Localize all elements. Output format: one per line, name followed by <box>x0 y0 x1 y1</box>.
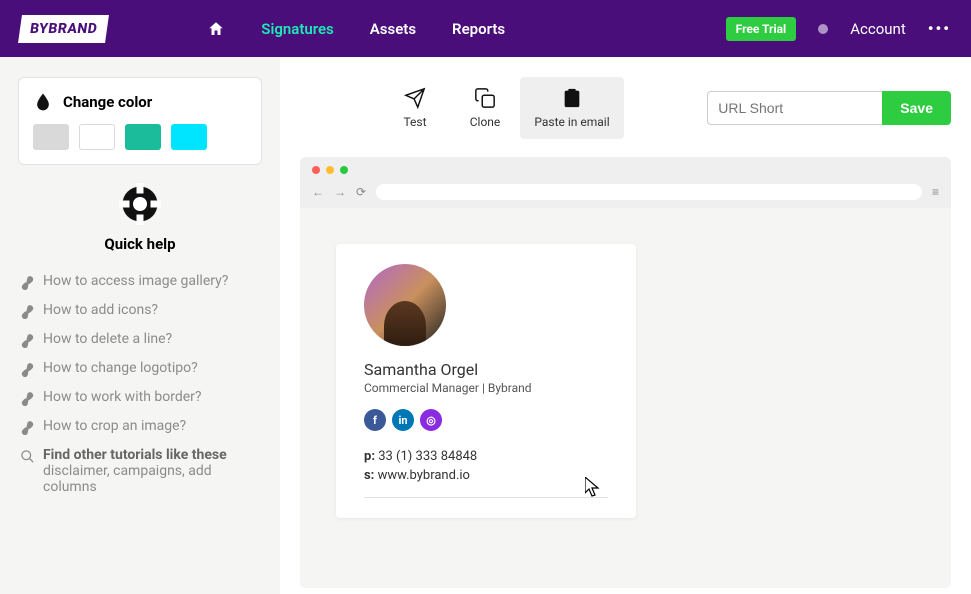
nav-signatures[interactable]: Signatures <box>261 20 333 38</box>
nav-right: Free Trial Account ••• <box>726 17 951 41</box>
browser-preview: ← → ⟳ ≡ Samantha Orgel Commercial Manage… <box>300 157 951 588</box>
more-menu-icon[interactable]: ••• <box>928 19 951 38</box>
instagram-icon[interactable]: ◎ <box>420 409 442 431</box>
nav-items: Signatures Assets Reports <box>207 20 505 38</box>
signature-role: Commercial Manager | Bybrand <box>364 381 608 395</box>
save-button[interactable]: Save <box>882 91 951 125</box>
account-link[interactable]: Account <box>850 20 906 38</box>
quick-help: Quick help How to access image gallery? … <box>18 183 262 501</box>
divider <box>364 497 608 498</box>
nav-assets[interactable]: Assets <box>370 20 416 38</box>
link-icon <box>20 275 35 290</box>
swatch-white[interactable] <box>79 124 115 150</box>
link-icon <box>20 362 35 377</box>
browser-menu-icon[interactable]: ≡ <box>932 185 939 199</box>
link-icon <box>20 391 35 406</box>
clipboard-icon <box>561 87 583 109</box>
help-item-gallery[interactable]: How to access image gallery? <box>20 267 260 296</box>
help-list: How to access image gallery? How to add … <box>18 267 262 501</box>
swatch-teal[interactable] <box>125 124 161 150</box>
signature-name: Samantha Orgel <box>364 360 608 379</box>
help-item-crop[interactable]: How to crop an image? <box>20 412 260 441</box>
browser-url-bar[interactable] <box>376 184 922 200</box>
change-color-card: Change color <box>18 77 262 165</box>
nav-reports[interactable]: Reports <box>452 20 505 38</box>
link-icon <box>20 304 35 319</box>
swatch-cyan[interactable] <box>171 124 207 150</box>
avatar <box>364 264 446 346</box>
reload-icon[interactable]: ⟳ <box>356 185 366 199</box>
search-icon <box>20 449 35 464</box>
browser-content: Samantha Orgel Commercial Manager | Bybr… <box>300 208 951 588</box>
help-item-icons[interactable]: How to add icons? <box>20 296 260 325</box>
quick-help-title: Quick help <box>18 235 262 253</box>
facebook-icon[interactable]: f <box>364 409 386 431</box>
clone-button[interactable]: Clone <box>450 77 520 139</box>
url-save-group: Save <box>707 91 951 125</box>
url-short-input[interactable] <box>707 91 882 125</box>
site-line: s: www.bybrand.io <box>364 468 608 483</box>
color-title: Change color <box>63 93 152 111</box>
help-item-find-more[interactable]: Find other tutorials like thesedisclaime… <box>20 441 260 501</box>
actions-row: Test Clone Paste in email Save <box>300 77 951 139</box>
browser-dots <box>300 157 951 180</box>
browser-toolbar: ← → ⟳ ≡ <box>300 180 951 208</box>
paper-plane-icon <box>404 87 426 109</box>
phone-line: p: 33 (1) 333 84848 <box>364 449 608 464</box>
free-trial-button[interactable]: Free Trial <box>726 17 797 41</box>
back-icon[interactable]: ← <box>312 185 324 199</box>
help-item-border[interactable]: How to work with border? <box>20 383 260 412</box>
droplet-icon <box>33 92 53 112</box>
help-item-logo[interactable]: How to change logotipo? <box>20 354 260 383</box>
paste-email-button[interactable]: Paste in email <box>520 77 624 139</box>
main-content: Test Clone Paste in email Save ← → <box>280 57 971 594</box>
swatch-grey[interactable] <box>33 124 69 150</box>
linkedin-icon[interactable]: in <box>392 409 414 431</box>
test-button[interactable]: Test <box>380 77 450 139</box>
link-icon <box>20 420 35 435</box>
lifebuoy-icon <box>119 183 161 225</box>
link-icon <box>20 333 35 348</box>
help-item-delete-line[interactable]: How to delete a line? <box>20 325 260 354</box>
signature-card: Samantha Orgel Commercial Manager | Bybr… <box>336 244 636 518</box>
sidebar: Change color Quick help How to access im… <box>0 57 280 594</box>
top-nav: BYBRAND Signatures Assets Reports Free T… <box>0 0 971 57</box>
color-swatches <box>33 124 247 150</box>
home-icon[interactable] <box>207 20 225 38</box>
social-icons: f in ◎ <box>364 409 608 431</box>
forward-icon[interactable]: → <box>334 185 346 199</box>
logo: BYBRAND <box>18 15 109 43</box>
copy-icon <box>474 87 496 109</box>
status-dot <box>818 24 828 34</box>
